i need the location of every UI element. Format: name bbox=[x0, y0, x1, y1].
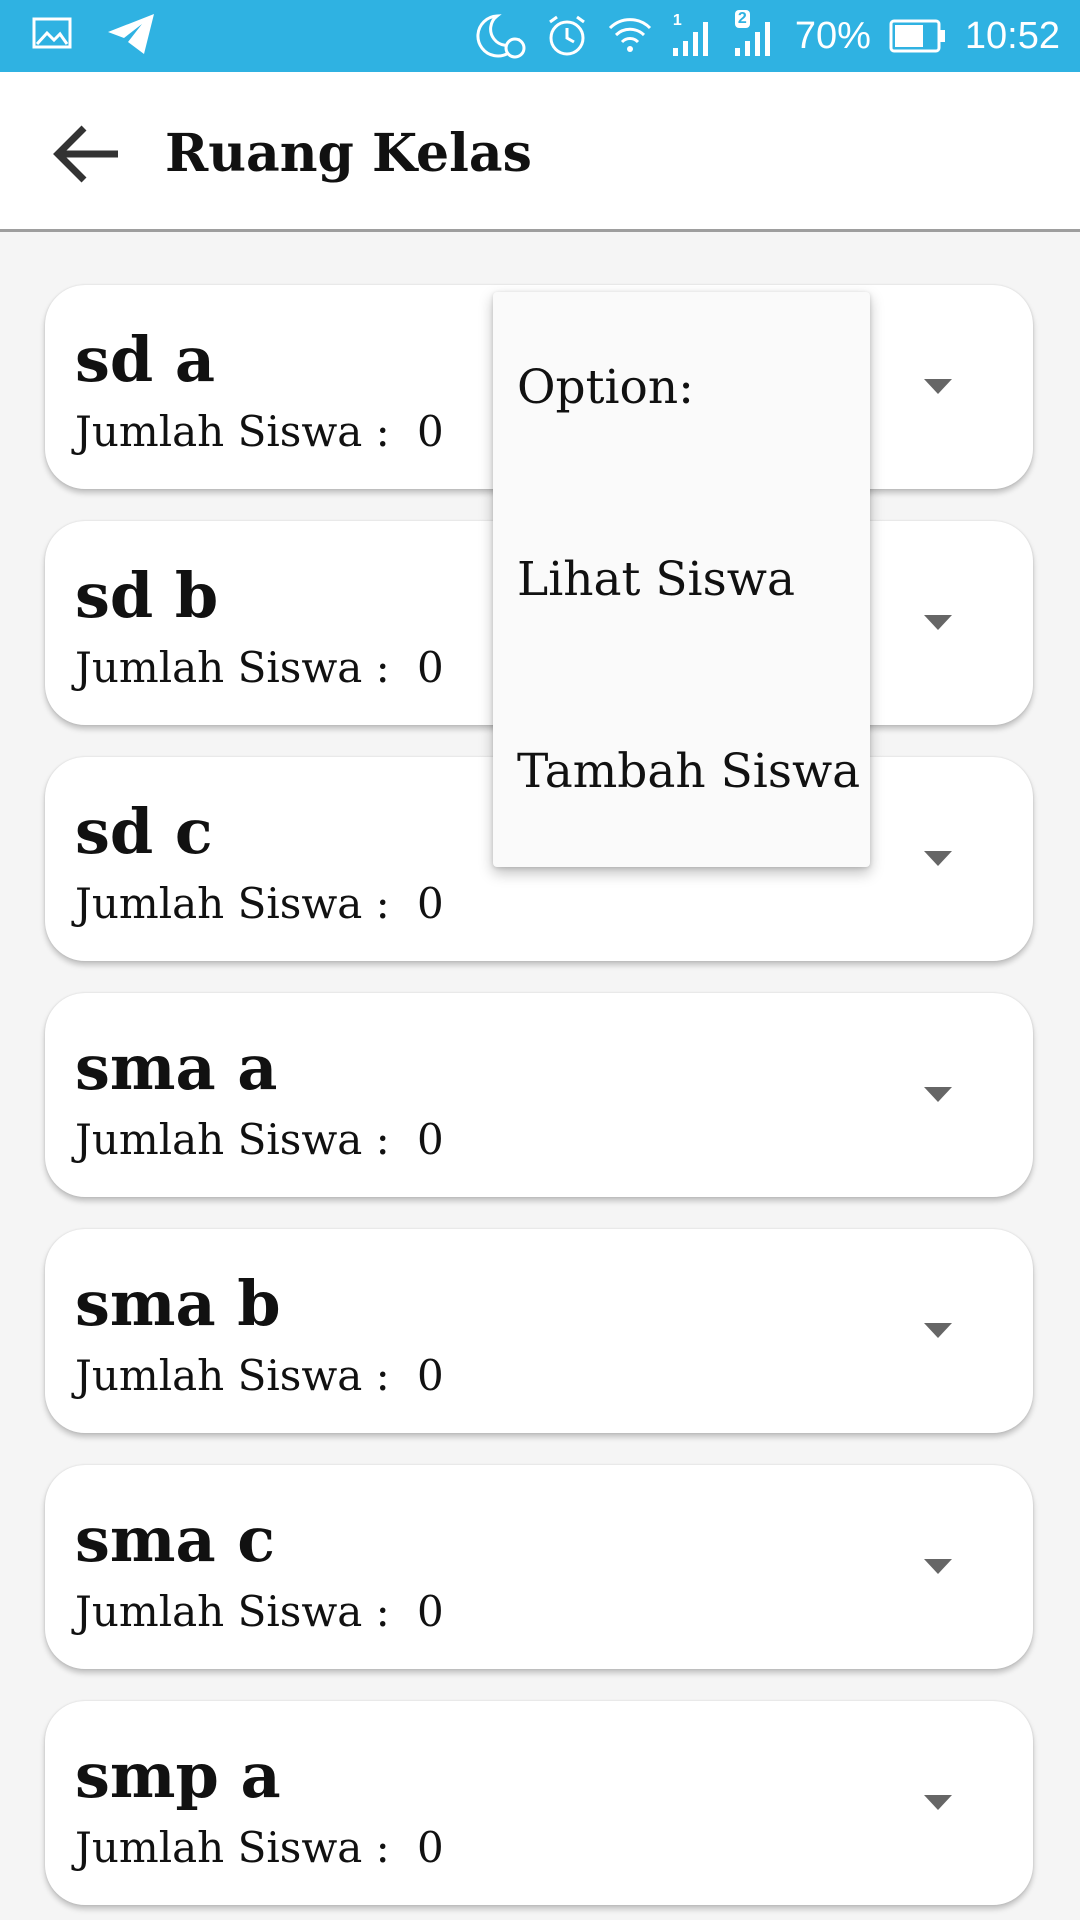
dropdown-button[interactable] bbox=[920, 1553, 956, 1579]
menu-item-tambah-siswa[interactable]: Tambah Siswa bbox=[517, 742, 860, 802]
student-count-label: Jumlah Siswa : bbox=[75, 407, 390, 456]
alarm-icon bbox=[545, 14, 589, 58]
student-count-label: Jumlah Siswa : bbox=[75, 1351, 390, 1400]
student-count-value: 0 bbox=[417, 1115, 444, 1164]
dropdown-button[interactable] bbox=[920, 1317, 956, 1343]
menu-header: Option: bbox=[517, 360, 694, 415]
arrow-drop-down-icon bbox=[924, 851, 952, 866]
class-name: sd a bbox=[75, 323, 216, 396]
wifi-icon bbox=[607, 14, 653, 58]
signal-icon: 1 bbox=[671, 12, 715, 58]
arrow-drop-down-icon bbox=[924, 1559, 952, 1574]
class-card[interactable]: sma b Jumlah Siswa : 0 bbox=[45, 1229, 1033, 1433]
back-button[interactable] bbox=[52, 124, 124, 184]
class-name: sd b bbox=[75, 559, 219, 632]
student-count-label: Jumlah Siswa : bbox=[75, 879, 390, 928]
arrow-drop-down-icon bbox=[924, 1795, 952, 1810]
student-count-value: 0 bbox=[417, 407, 444, 456]
student-count-row: Jumlah Siswa : 0 bbox=[75, 1587, 444, 1637]
dropdown-button[interactable] bbox=[920, 373, 956, 399]
do-not-disturb-icon bbox=[475, 12, 527, 60]
class-name: sma c bbox=[75, 1503, 276, 1576]
sim2-badge: 2 bbox=[734, 10, 750, 28]
student-count-label: Jumlah Siswa : bbox=[75, 1587, 390, 1636]
student-count-row: Jumlah Siswa : 0 bbox=[75, 407, 444, 457]
page-title: Ruang Kelas bbox=[165, 123, 532, 184]
student-count-row: Jumlah Siswa : 0 bbox=[75, 1823, 444, 1873]
student-count-value: 0 bbox=[417, 1823, 444, 1872]
class-card[interactable]: sma a Jumlah Siswa : 0 bbox=[45, 993, 1033, 1197]
student-count-row: Jumlah Siswa : 0 bbox=[75, 1351, 444, 1401]
class-card[interactable]: smp a Jumlah Siswa : 0 bbox=[45, 1701, 1033, 1905]
battery-percentage: 70% bbox=[794, 14, 871, 57]
gallery-icon bbox=[32, 17, 72, 51]
clock: 10:52 bbox=[964, 14, 1060, 57]
class-name: sd c bbox=[75, 795, 213, 868]
class-name: smp a bbox=[75, 1739, 281, 1812]
student-count-value: 0 bbox=[417, 1587, 444, 1636]
student-count-label: Jumlah Siswa : bbox=[75, 1823, 390, 1872]
dropdown-button[interactable] bbox=[920, 1789, 956, 1815]
student-count-value: 0 bbox=[417, 1351, 444, 1400]
sim1-badge: 1 bbox=[672, 12, 682, 29]
student-count-label: Jumlah Siswa : bbox=[75, 1115, 390, 1164]
options-popup-menu: Option: Lihat Siswa Tambah Siswa bbox=[493, 292, 870, 867]
class-name: sma a bbox=[75, 1031, 278, 1104]
student-count-row: Jumlah Siswa : 0 bbox=[75, 1115, 444, 1165]
app-bar: Ruang Kelas bbox=[0, 72, 1080, 232]
status-bar: 1 2 70% 10:52 bbox=[0, 0, 1080, 72]
telegram-icon bbox=[106, 12, 156, 56]
student-count-value: 0 bbox=[417, 879, 444, 928]
class-card[interactable]: sma c Jumlah Siswa : 0 bbox=[45, 1465, 1033, 1669]
student-count-row: Jumlah Siswa : 0 bbox=[75, 879, 444, 929]
arrow-drop-down-icon bbox=[924, 615, 952, 630]
battery-icon bbox=[889, 18, 947, 54]
arrow-drop-down-icon bbox=[924, 1323, 952, 1338]
class-name: sma b bbox=[75, 1267, 281, 1340]
student-count-value: 0 bbox=[417, 643, 444, 692]
dropdown-button[interactable] bbox=[920, 845, 956, 871]
arrow-back-icon bbox=[53, 125, 118, 183]
arrow-drop-down-icon bbox=[924, 379, 952, 394]
dropdown-button[interactable] bbox=[920, 1081, 956, 1107]
dropdown-button[interactable] bbox=[920, 609, 956, 635]
student-count-row: Jumlah Siswa : 0 bbox=[75, 643, 444, 693]
arrow-drop-down-icon bbox=[924, 1087, 952, 1102]
signal-icon: 2 bbox=[733, 10, 777, 58]
student-count-label: Jumlah Siswa : bbox=[75, 643, 390, 692]
menu-item-lihat-siswa[interactable]: Lihat Siswa bbox=[517, 550, 795, 610]
